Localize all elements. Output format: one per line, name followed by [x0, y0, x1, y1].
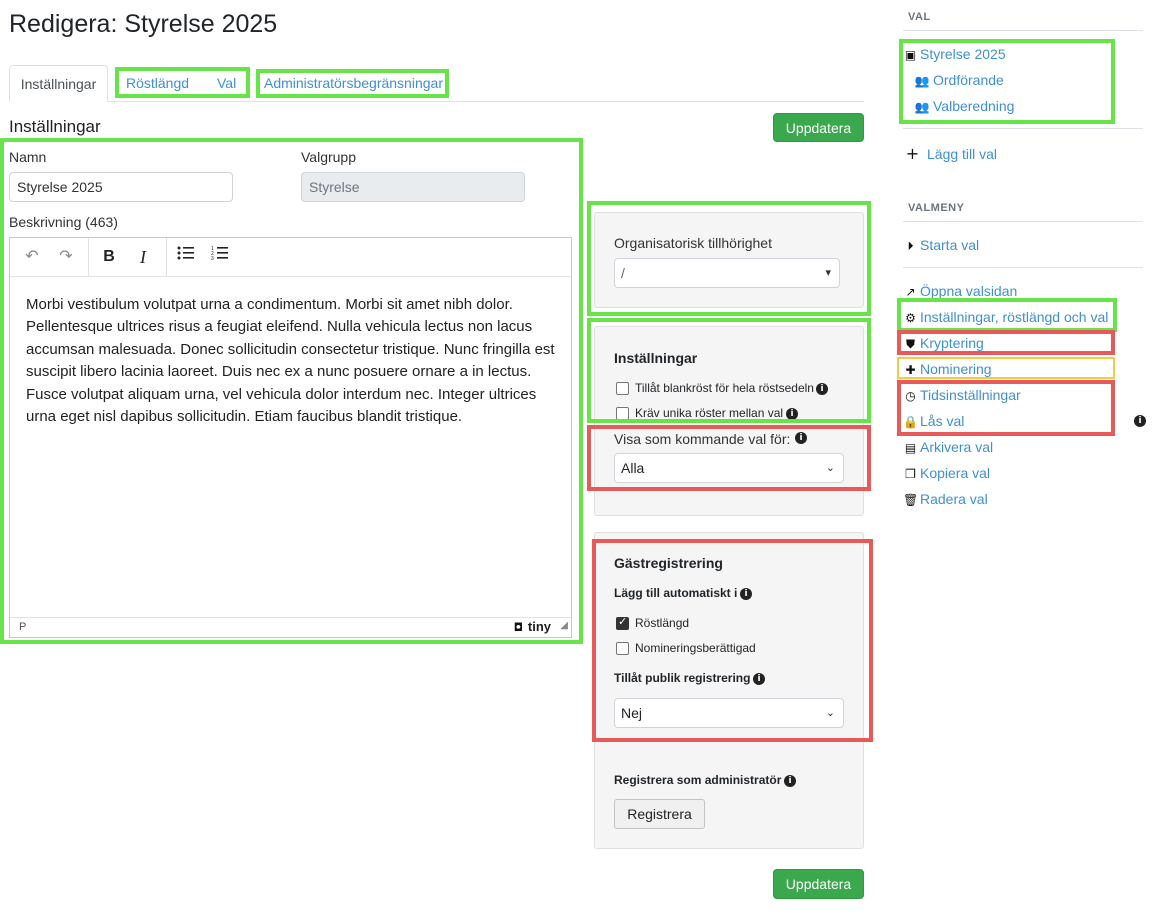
rich-text-editor[interactable]: ↶ ↷ B I 123 Morbi vestibulum volutpat ur…	[9, 237, 572, 638]
bullet-list-icon[interactable]	[172, 244, 200, 270]
element-path: P	[19, 621, 27, 633]
update-button-top[interactable]: Uppdatera	[773, 113, 864, 142]
numbered-list-icon[interactable]: 123	[206, 244, 234, 270]
info-icon[interactable]: i	[753, 673, 765, 685]
undo-icon[interactable]: ↶	[18, 244, 46, 270]
menu-open-page[interactable]: ↗ Öppna valsidan	[903, 283, 1017, 299]
unique-votes-checkbox[interactable]	[616, 407, 629, 420]
editor-toolbar: ↶ ↷ B I 123	[10, 238, 571, 277]
org-label: Organisatorisk tillhörighet	[614, 235, 772, 251]
tiny-logo: ◘ tiny	[511, 619, 551, 634]
tabs-divider	[9, 101, 864, 102]
menu-nomination[interactable]: ✚ Nominering	[903, 361, 991, 377]
menu-settings[interactable]: ⚙ Inställningar, röstlängd och val	[903, 309, 1108, 325]
public-registration-label: Tillåt publik registrering	[614, 671, 751, 685]
sidebar-divider	[903, 128, 1143, 129]
play-circle-icon: ⏵	[907, 239, 914, 253]
sidebar-divider	[903, 221, 1143, 222]
editor-content[interactable]: Morbi vestibulum volutpat urna a condime…	[26, 294, 562, 428]
auto-add-label: Lägg till automatiskt i	[614, 586, 738, 600]
upcoming-select[interactable]: Alla ⌄	[614, 453, 844, 483]
tab-admin-restrictions[interactable]: Administratörsbegränsningar	[264, 75, 443, 91]
sidebar-divider	[903, 30, 1143, 31]
external-link-icon: ↗	[905, 285, 916, 299]
elections-heading: VAL	[908, 11, 931, 23]
users-icon: 👥	[914, 74, 930, 88]
unique-votes-label: Kräv unika röster mellan val	[635, 406, 784, 420]
lock-icon: 🔒	[903, 415, 918, 429]
caret-down-icon: ▾	[825, 266, 831, 279]
chevron-down-icon: ⌄	[825, 706, 835, 719]
org-select[interactable]: / ▾	[614, 258, 840, 288]
tab-elections[interactable]: Val	[217, 75, 236, 91]
clock-icon: ◷	[905, 389, 916, 403]
info-icon[interactable]: i	[1134, 415, 1146, 427]
public-registration-select[interactable]: Nej ⌄	[614, 698, 844, 728]
italic-icon[interactable]: I	[129, 244, 157, 270]
sidebar-divider	[903, 267, 1143, 268]
nomination-label: Nomineringsberättigad	[635, 641, 756, 655]
menu-lock[interactable]: 🔒 Lås val	[903, 413, 964, 429]
group-input: Styrelse	[301, 172, 525, 202]
menu-heading: VALMENY	[908, 202, 965, 214]
sidebar-election-styrelse[interactable]: ▣ Styrelse 2025	[903, 46, 1006, 62]
editor-statusbar: P ◘ tiny ◢	[10, 617, 571, 637]
trash-icon: 🗑	[903, 493, 919, 507]
name-input[interactable]: Styrelse 2025	[9, 172, 233, 202]
admin-register-label: Registrera som administratör	[614, 773, 782, 787]
voter-roll-checkbox[interactable]	[616, 615, 629, 630]
update-button-bottom[interactable]: Uppdatera	[773, 869, 864, 899]
redo-icon[interactable]: ↷	[52, 244, 80, 270]
users-icon: 👥	[914, 100, 930, 114]
toolbar-divider	[88, 238, 89, 276]
toolbar-divider	[166, 238, 167, 276]
chevron-down-icon: ⌄	[825, 461, 835, 474]
menu-copy[interactable]: ❐ Kopiera val	[903, 465, 990, 481]
options-panel: Inställningar Tillåt blankröst för hela …	[594, 326, 864, 516]
archive-icon: ▤	[904, 441, 917, 455]
bold-icon[interactable]: B	[95, 244, 123, 270]
tiny-icon: ◘	[513, 621, 523, 634]
resize-handle-icon[interactable]: ◢	[560, 620, 568, 631]
description-label: Beskrivning (463)	[9, 214, 118, 230]
menu-encryption[interactable]: ⛊ Kryptering	[903, 335, 984, 352]
menu-delete[interactable]: 🗑 Radera val	[903, 491, 988, 507]
boxes-icon: ▣	[904, 48, 917, 62]
guest-heading: Gästregistrering	[614, 555, 723, 571]
options-heading: Inställningar	[614, 350, 698, 366]
page-title: Redigera: Styrelse 2025	[9, 10, 278, 38]
info-icon[interactable]: i	[816, 383, 828, 395]
copy-icon: ❐	[905, 467, 916, 481]
info-icon[interactable]: i	[786, 408, 798, 420]
blank-vote-label: Tillåt blankröst för hela röstsedeln	[635, 381, 814, 395]
upcoming-label: Visa som kommande val för:	[614, 431, 791, 447]
comment-plus-icon: ✚	[905, 363, 916, 377]
voter-roll-label: Röstlängd	[635, 616, 690, 630]
info-icon[interactable]: i	[740, 588, 752, 600]
register-button[interactable]: Registrera	[614, 799, 705, 829]
plus-icon: +	[905, 144, 920, 163]
guest-panel: Gästregistrering Lägg till automatiskt i…	[594, 532, 864, 849]
info-icon[interactable]: i	[795, 432, 807, 444]
settings-heading: Inställningar	[9, 117, 101, 136]
menu-time-settings[interactable]: ◷ Tidsinställningar	[903, 387, 1020, 403]
gear-icon: ⚙	[905, 311, 916, 325]
info-icon[interactable]: i	[784, 775, 796, 787]
start-election-link[interactable]: ⏵ Starta val	[903, 237, 979, 254]
blank-vote-checkbox[interactable]	[616, 382, 629, 395]
add-election-link[interactable]: + Lägg till val	[905, 144, 997, 163]
sidebar-election-ordforande[interactable]: 👥 Ordförande	[913, 72, 1004, 88]
svg-text:3: 3	[211, 256, 214, 261]
menu-archive[interactable]: ▤ Arkivera val	[903, 439, 993, 455]
tab-settings[interactable]: Inställningar	[9, 65, 108, 102]
org-panel: Organisatorisk tillhörighet / ▾	[594, 212, 864, 308]
tab-voter-roll[interactable]: Röstlängd	[126, 75, 189, 91]
nomination-checkbox[interactable]	[616, 642, 629, 655]
name-label: Namn	[9, 149, 47, 165]
sidebar-election-valberedning[interactable]: 👥 Valberedning	[913, 98, 1015, 114]
shield-icon: ⛊	[905, 337, 915, 351]
group-label: Valgrupp	[301, 149, 357, 165]
